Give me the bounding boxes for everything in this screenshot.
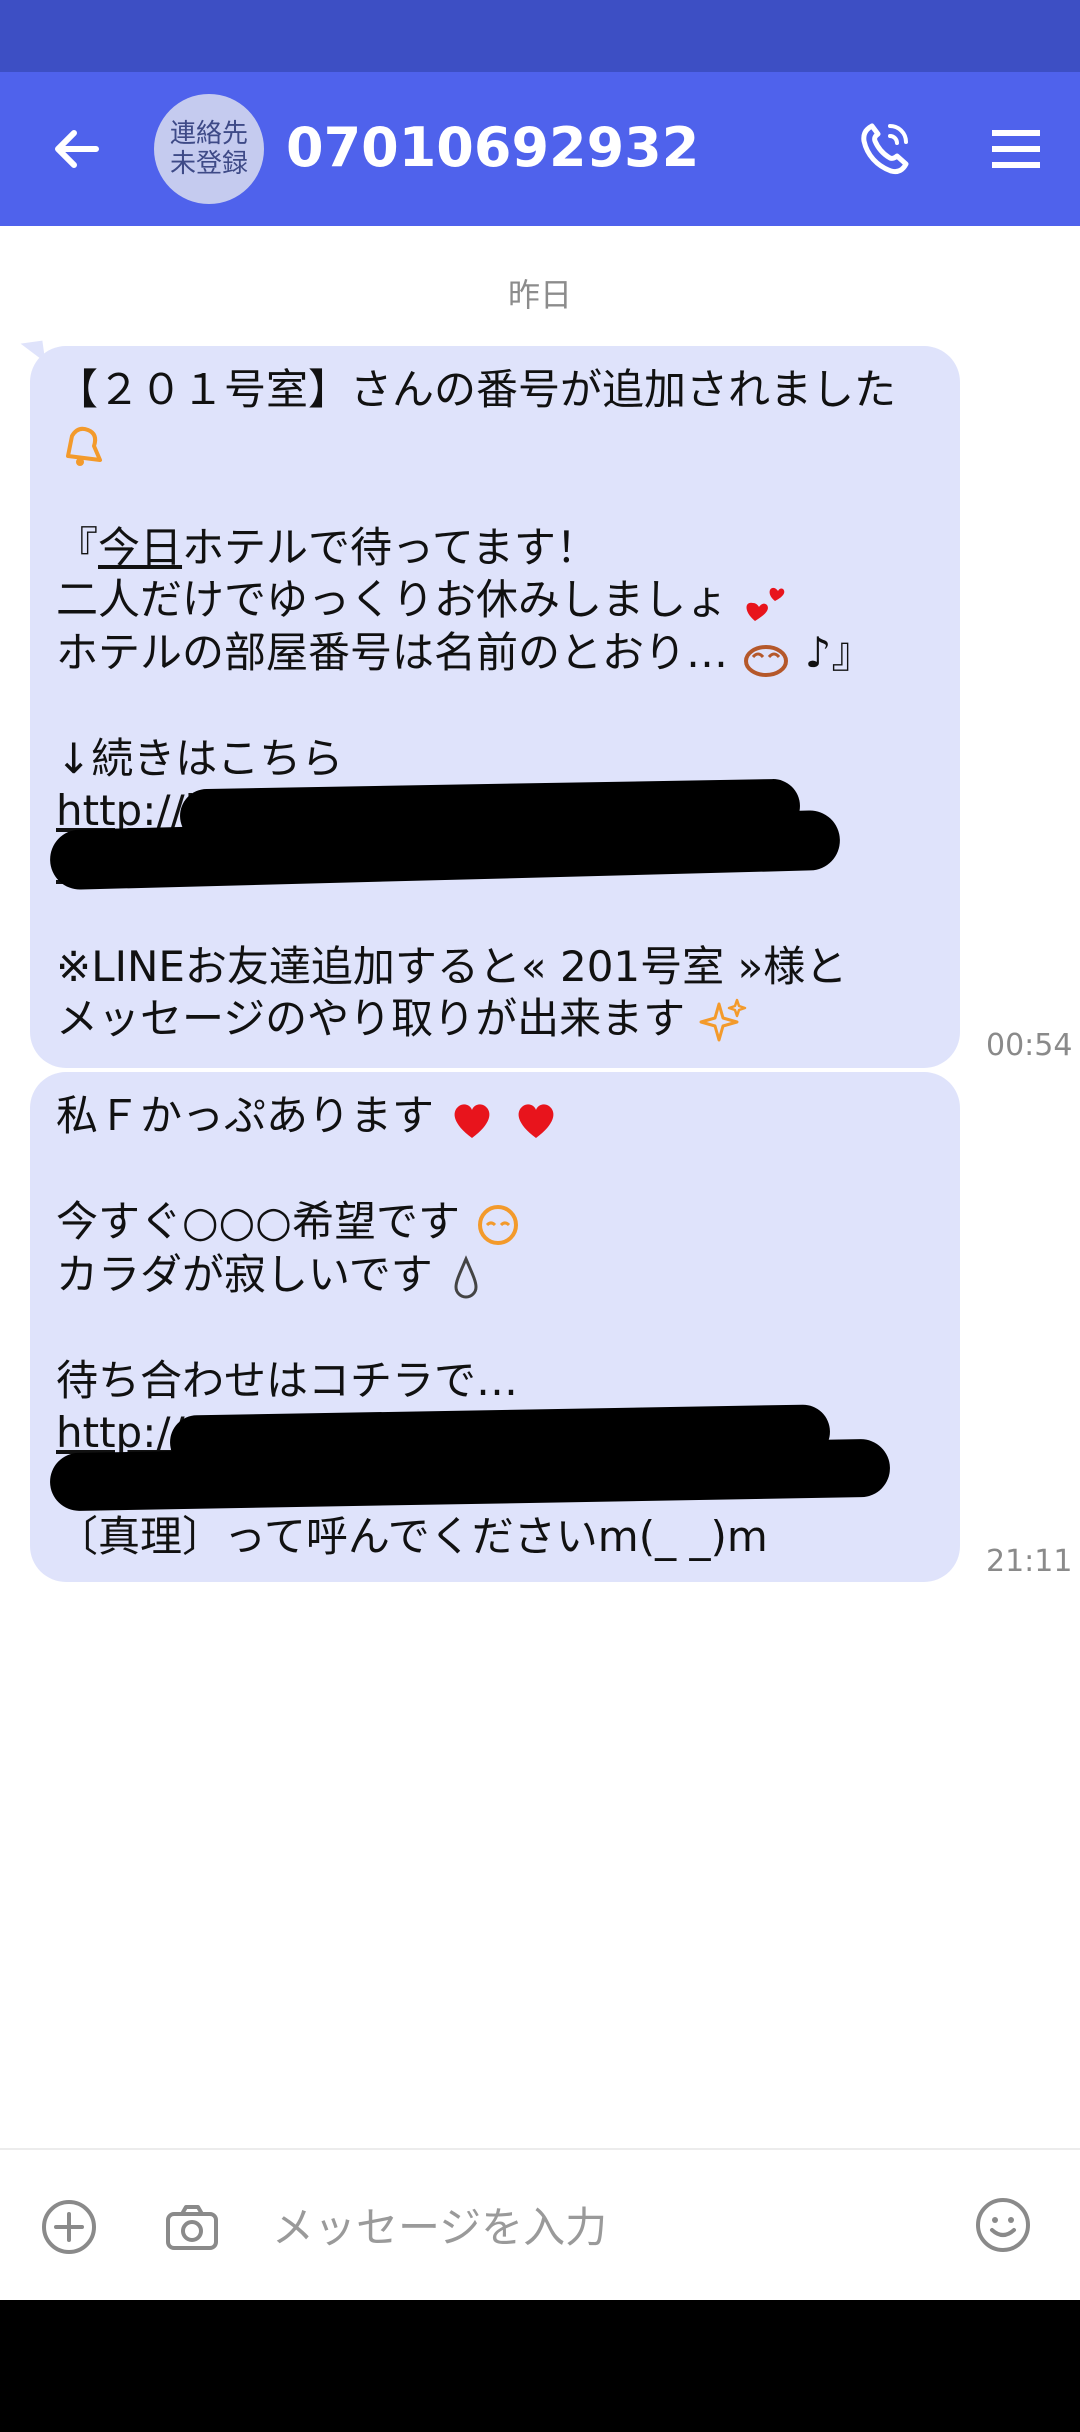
- menu-button[interactable]: [986, 120, 1046, 180]
- camera-icon: [166, 2205, 218, 2250]
- message-time: 00:54: [986, 1028, 1073, 1063]
- camera-button[interactable]: [162, 2198, 222, 2258]
- date-separator: 昨日: [507, 276, 572, 314]
- hearts-icon: [746, 587, 785, 621]
- emoji-button[interactable]: [972, 2194, 1034, 2256]
- system-navigation-bar: [0, 2300, 1080, 2432]
- avatar[interactable]: 連絡先 未登録: [154, 94, 264, 204]
- heart-icon: [454, 1103, 490, 1138]
- message-text: 『: [56, 522, 99, 572]
- status-bar: [0, 0, 1080, 72]
- message-text: ホテルで待ってます！: [182, 522, 598, 572]
- message-text: 私Ｆかっぷあります: [56, 1091, 435, 1140]
- message-text: 【２０１号室】さんの番号が追加されました: [56, 365, 897, 414]
- add-button[interactable]: [38, 2196, 100, 2258]
- sparkles-icon: [699, 998, 746, 1042]
- contact-title[interactable]: 07010692932: [286, 110, 699, 186]
- smile-icon: [976, 2198, 1030, 2252]
- avatar-text-line2: 未登録: [169, 149, 248, 179]
- phone-icon: [861, 123, 909, 175]
- menu-icon: [992, 130, 1040, 168]
- message-time: 21:11: [986, 1544, 1073, 1579]
- message-input[interactable]: [270, 2190, 954, 2264]
- back-arrow-icon: [55, 130, 99, 168]
- message-text: カラダが寂しいです: [56, 1250, 433, 1299]
- message-text: 待ち合わせはコチラで…: [56, 1355, 519, 1405]
- message-text: ↓続きはこちら: [56, 733, 344, 783]
- message-input-bar: [0, 2148, 1080, 2302]
- bell-icon: [66, 426, 102, 466]
- message-text: 今すぐ○○○希望です: [56, 1196, 460, 1246]
- back-button[interactable]: [44, 116, 110, 182]
- message-bubble[interactable]: 私Ｆかっぷあります 今すぐ○○○希望です カラダが寂しいです 待ち合わせはコチラ…: [30, 1072, 960, 1582]
- call-button[interactable]: [850, 114, 920, 184]
- message-text: 二人だけでゆっくりお休みしましょ: [56, 574, 729, 624]
- message-text: ホテルの部屋番号は名前のとおり…: [56, 628, 729, 677]
- message-bubble[interactable]: 【２０１号室】さんの番号が追加されました 『今日ホテルで待ってます！ 二人だけで…: [30, 346, 960, 1068]
- heart-icon: [518, 1103, 554, 1138]
- message-text: ♪』: [804, 628, 874, 677]
- message-text: 〔真理〕って呼んでくださいm(_ _)m: [56, 1511, 768, 1561]
- face-icon: [478, 1205, 519, 1245]
- face-icon: [744, 644, 789, 677]
- avatar-text-line1: 連絡先: [169, 119, 248, 149]
- app-bar: 連絡先 未登録 07010692932: [0, 72, 1080, 226]
- message-text: ※LINEお友達追加すると« 201号室 »様と: [56, 941, 848, 991]
- droplet-icon: [454, 1254, 478, 1298]
- plus-icon: [42, 2200, 96, 2254]
- message-text: メッセージのやり取りが出来ます: [56, 993, 686, 1043]
- message-text-underlined: 今日: [98, 522, 183, 572]
